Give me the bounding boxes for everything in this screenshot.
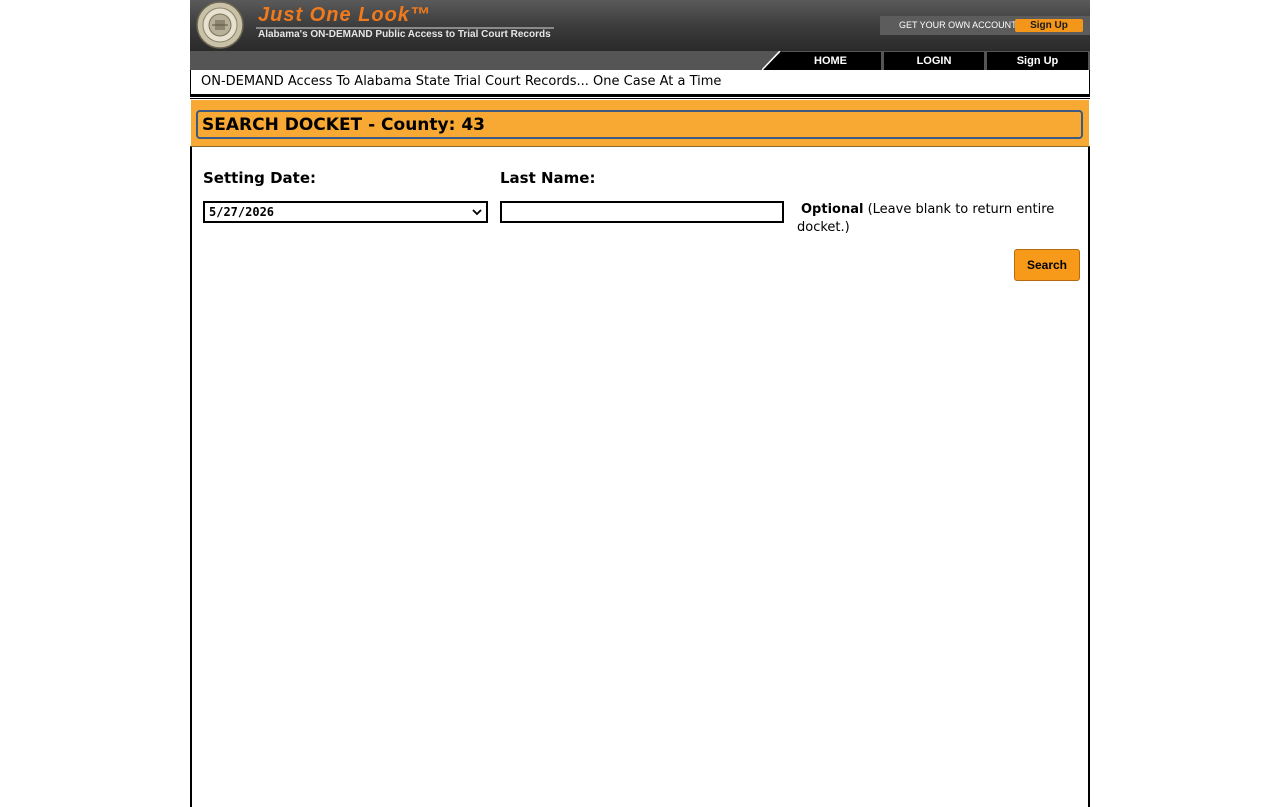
court-seal-icon: [196, 1, 244, 49]
header-signup-button[interactable]: Sign Up: [1015, 19, 1083, 32]
account-prompt: GET YOUR OWN ACCOUNT: [899, 20, 1017, 30]
page: Just One Look™ Alabama's ON-DEMAND Publi…: [190, 0, 1090, 807]
tagline: ON-DEMAND Access To Alabama State Trial …: [201, 74, 722, 89]
divider-thin: [190, 98, 1090, 99]
divider: [190, 94, 1090, 97]
search-panel: Setting Date: Last Name: 5/27/2026 Optio…: [190, 146, 1090, 807]
last-name-label: Last Name:: [500, 169, 596, 187]
account-promo: GET YOUR OWN ACCOUNT Sign Up: [880, 16, 1090, 35]
site-title: Just One Look™: [258, 4, 431, 26]
nav-login[interactable]: LOGIN: [884, 52, 984, 70]
search-button[interactable]: Search: [1014, 249, 1080, 281]
site-subtitle: Alabama's ON-DEMAND Public Access to Tri…: [258, 29, 551, 40]
optional-label: Optional: [801, 202, 864, 217]
nav-slant-decoration: [762, 51, 782, 70]
tagline-bar: ON-DEMAND Access To Alabama State Trial …: [190, 70, 1090, 94]
setting-date-select[interactable]: 5/27/2026: [203, 201, 488, 223]
section-header: SEARCH DOCKET - County: 43: [191, 100, 1089, 146]
nav-signup[interactable]: Sign Up: [987, 52, 1088, 70]
nav-home[interactable]: HOME: [780, 52, 881, 70]
setting-date-label: Setting Date:: [203, 169, 317, 187]
chevron-down-icon: [472, 209, 482, 216]
section-title-box: SEARCH DOCKET - County: 43: [196, 110, 1083, 139]
last-name-input[interactable]: [500, 201, 784, 223]
optional-hint: Optional (Leave blank to return entire d…: [797, 201, 1067, 237]
setting-date-value: 5/27/2026: [209, 205, 275, 219]
page-title: SEARCH DOCKET - County: 43: [202, 115, 485, 135]
site-header: Just One Look™ Alabama's ON-DEMAND Publi…: [190, 0, 1090, 51]
